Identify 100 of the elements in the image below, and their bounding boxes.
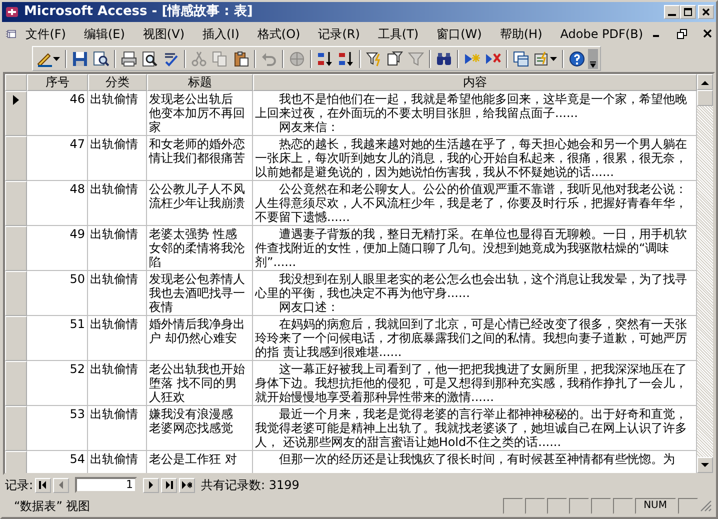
menu-item[interactable]: 帮助(H)	[490, 24, 552, 44]
minimize-button[interactable]	[664, 5, 680, 19]
down-arrow-icon	[701, 462, 709, 468]
table-cell: 出轨偷情	[88, 226, 147, 271]
table-cell: 出轨偷情	[88, 406, 147, 451]
record-number-field[interactable]: 1	[75, 477, 138, 493]
maximize-button[interactable]	[680, 5, 696, 19]
clipboard-icon[interactable]	[233, 50, 249, 66]
scroll-down-button[interactable]	[697, 457, 713, 473]
cell-text: 老婆网恋找感觉	[149, 421, 234, 435]
cell-text: 我也不是怕他们在一起，我就是希望他能多回来，这毕竟是一个家，希望他晚上回来过夜，在外面玩的不要太明目张胆，给我留点面子......	[255, 92, 688, 120]
printer-icon[interactable]	[121, 50, 137, 66]
table-cell: 50	[27, 271, 88, 316]
num-lock-indicator: NUM	[634, 498, 676, 514]
new-object-icon[interactable]	[534, 50, 550, 66]
table-cell: 53	[27, 406, 88, 451]
arrow-asterisk-icon	[182, 481, 192, 489]
window-title: Microsoft Access - [情感故事 : 表]	[24, 3, 254, 22]
menu-item[interactable]: 工具(T)	[368, 24, 428, 44]
menu-item[interactable]: 记录(R)	[309, 24, 369, 44]
new-record-button[interactable]	[179, 478, 196, 492]
caret-icon[interactable]	[53, 56, 60, 60]
cell-text: 我没想到在别人眼里老实的老公怎么也会出轨，这个消息让我发晕，为了找寻心里的平衡，我也决定不再为他守身......	[255, 272, 688, 300]
table-cell: 49	[27, 226, 88, 271]
table-cell: 48	[27, 181, 88, 226]
status-text: “数据表” 视图	[13, 498, 92, 515]
last-record-button[interactable]	[161, 478, 178, 492]
table-cell: 出轨偷情	[88, 316, 147, 361]
status-pane	[678, 498, 698, 514]
table-cell: 出轨偷情	[88, 181, 147, 226]
restore-icon[interactable]	[677, 28, 687, 38]
cell-text: 网友来信：	[278, 120, 340, 134]
current-record-icon	[13, 95, 19, 105]
page-magnifier-icon[interactable]	[142, 50, 158, 66]
sort-descending-icon[interactable]	[338, 50, 354, 66]
previous-record-button[interactable]	[53, 478, 70, 492]
cell-text: 但那一次的经历还是让我愧疚了很长时间，有时候甚至神情都有些恍惚。为	[278, 452, 676, 466]
delete-record-icon[interactable]	[485, 50, 501, 66]
spelling-check-icon[interactable]	[163, 50, 179, 66]
cell-text: 和女老师的婚外恋情让我们都很痛苦	[149, 137, 246, 165]
table-cell: 51	[27, 316, 88, 361]
menu-item[interactable]: 插入(I)	[194, 24, 248, 44]
cell-text: 发现老公包养情人	[149, 272, 246, 286]
status-pane	[590, 498, 611, 514]
cell-text: 老婆太强势 性感女邻的柔情将我沦陷	[149, 227, 246, 269]
scroll-up-button[interactable]	[697, 74, 713, 90]
table-cell: 47	[27, 136, 88, 181]
status-pane	[612, 498, 633, 514]
menu-item[interactable]: Adobe PDF(B)	[551, 24, 652, 44]
cell-text: 这一幕正好被我上司看到了，他一把把我拽进了女厕所里，把我深深地压在了身体下边。我想抗拒他的侵犯，可是又想得到那种充实感，我稍作挣扎了一会儿，就开始慢慢地享受着那种异性带来的激情......	[255, 362, 688, 404]
first-record-button[interactable]	[35, 478, 52, 492]
table-cell: 出轨偷情	[88, 271, 147, 316]
resize-grip-icon[interactable]	[700, 500, 712, 512]
toolbar-options-icon[interactable]	[588, 48, 598, 68]
close-icon	[701, 7, 711, 17]
cell-text: 老公出轨我也开始堕落 找不同的男人狂欢	[149, 362, 246, 404]
column-header[interactable]: 分类	[88, 74, 147, 91]
up-arrow-icon	[701, 80, 709, 84]
cell-text: 网友口述：	[278, 300, 340, 314]
column-header[interactable]: 内容	[253, 74, 697, 91]
status-pane	[502, 498, 523, 514]
status-pane	[524, 498, 545, 514]
close-icon[interactable]	[703, 29, 712, 38]
table-cell: 46	[27, 91, 88, 136]
maximize-icon	[683, 7, 693, 17]
sort-ascending-icon[interactable]	[317, 50, 333, 66]
cell-text: 在妈妈的病愈后，我就回到了北京，可是心情已经改变了很多，突然有一天张玲玲来了一个问候电话，才彻底暴露我们之间的私情。我想向妻子道歉，可她严厉的指 责让我感到很难堪......	[255, 317, 688, 359]
close-button[interactable]	[698, 5, 714, 19]
scroll-thumb[interactable]	[697, 90, 713, 106]
column-header[interactable]: 标题	[147, 74, 253, 91]
cell-text: 公公竟然在和老公聊女人。公公的价值观严重不靠谱，我听见他对我老公说：人生得意须尽欢，人不风流枉少年，我是老了，你要及时行乐，把握好青春年华，不要留下遗憾......	[255, 182, 688, 224]
table-cell: 出轨偷情	[88, 361, 147, 406]
menu-item[interactable]: 文件(F)	[16, 24, 75, 44]
cell-text: 最近一个月来，我老是觉得老婆的言行举止都神神秘秘的。出于好奇和直觉，我觉得老婆可能是精神上出轨了。我就找老婆谈了，她坦诚自己在网上认识了许多人， 还说那些网友的甜言蜜语让她Hold不住之类的话......	[255, 407, 688, 449]
status-pane	[546, 498, 567, 514]
menu-item[interactable]: 格式(O)	[248, 24, 310, 44]
ruler-pencil-icon[interactable]	[37, 50, 53, 66]
table-cell: 出轨偷情	[88, 136, 147, 181]
menu-item[interactable]: 窗口(W)	[428, 24, 491, 44]
next-record-button[interactable]	[143, 478, 160, 492]
menu-item[interactable]: 编辑(E)	[74, 24, 134, 44]
menu-item[interactable]: 视图(V)	[134, 24, 194, 44]
row-selector[interactable]	[5, 91, 27, 136]
funnel-form-icon[interactable]	[387, 50, 403, 66]
funnel-lightning-icon[interactable]	[366, 50, 382, 66]
cell-text: 热恋的越长，我越来越对她的生活越在乎了，每天担心她会和另一个男人躺在一张床上，每次听到她女儿的消息，我的心开始自私起来，很痛，很累，很无奈，以前她都是避免说的，因为她说怕伤害我，我从不怀疑她说的话......	[255, 137, 688, 179]
cell-text: 公公教儿子人不风流枉少年让我崩溃	[149, 182, 246, 210]
cell-text: 嫌我没有浪漫感	[149, 407, 234, 421]
table-cell: 出轨偷情	[88, 91, 147, 136]
status-pane	[568, 498, 589, 514]
cell-text: 我也去酒吧找寻一夜情	[149, 286, 246, 314]
cell-text: 他变本加厉不再回家	[149, 106, 246, 134]
database-window-icon[interactable]	[513, 50, 529, 66]
record-label: 记录:	[5, 477, 34, 494]
caret-icon[interactable]	[550, 56, 557, 60]
help-icon[interactable]	[569, 50, 585, 66]
cell-text: 遭遇妻子背叛的我，整日无精打采。在单位也显得百无聊赖。一日，用手机软件查找附近的女性，便加上随口聊了几句。没想到她竟成为我驱散枯燥的“调味剂”......	[255, 227, 688, 269]
document-magnifier-icon[interactable]	[93, 50, 109, 66]
binoculars-icon[interactable]	[436, 50, 452, 66]
column-header[interactable]: 序号	[27, 74, 88, 91]
